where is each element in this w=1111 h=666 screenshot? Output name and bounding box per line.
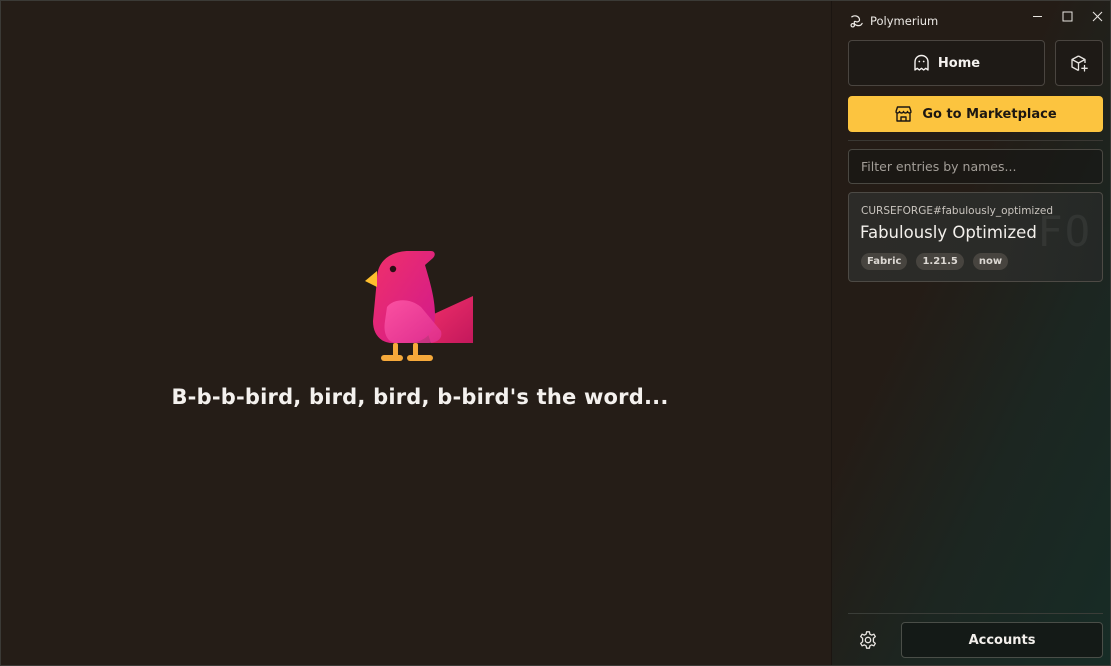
settings-button[interactable] xyxy=(856,628,880,652)
entry-tags: Fabric 1.21.5 now xyxy=(861,253,1009,270)
close-icon xyxy=(1092,11,1102,21)
ghost-icon xyxy=(914,54,929,71)
instance-entry-card[interactable]: FO CURSEFORGE#fabulously_optimized Fabul… xyxy=(848,192,1103,282)
app-window: B-b-b-bird, bird, bird, b-bird's the wor… xyxy=(0,0,1111,666)
marketplace-button[interactable]: Go to Marketplace xyxy=(848,96,1103,132)
home-button[interactable]: Home xyxy=(848,40,1045,86)
title-bar[interactable]: Polymerium xyxy=(832,1,1110,35)
version-tag: 1.21.5 xyxy=(916,253,964,270)
loader-tag: Fabric xyxy=(861,253,908,270)
app-title: Polymerium xyxy=(870,14,939,28)
divider xyxy=(848,140,1103,141)
main-content: B-b-b-bird, bird, bird, b-bird's the wor… xyxy=(1,1,832,665)
store-icon xyxy=(895,106,913,122)
maximize-button[interactable] xyxy=(1052,5,1082,27)
accounts-label: Accounts xyxy=(968,632,1036,648)
bird-illustration xyxy=(365,251,473,361)
box-add-icon xyxy=(1070,54,1088,72)
close-button[interactable] xyxy=(1082,5,1110,27)
entry-key: CURSEFORGE#fabulously_optimized xyxy=(861,205,1053,217)
empty-state-message: B-b-b-bird, bird, bird, b-bird's the wor… xyxy=(171,385,669,409)
home-label: Home xyxy=(937,55,981,71)
filter-entries-input[interactable] xyxy=(848,149,1103,184)
maximize-icon xyxy=(1062,11,1072,21)
gear-icon xyxy=(860,631,876,649)
sidebar: Polymerium Home Go to Marketplace Filter… xyxy=(832,1,1110,665)
marketplace-label: Go to Marketplace xyxy=(922,106,1057,122)
minimize-icon xyxy=(1032,15,1042,17)
create-instance-button[interactable] xyxy=(1055,40,1103,86)
entry-name: Fabulously Optimized xyxy=(860,223,1037,242)
minimize-button[interactable] xyxy=(1022,5,1052,27)
last-played-tag: now xyxy=(972,253,1009,270)
polymerium-logo-icon xyxy=(850,15,863,28)
divider xyxy=(848,613,1103,614)
accounts-button[interactable]: Accounts xyxy=(901,622,1103,658)
